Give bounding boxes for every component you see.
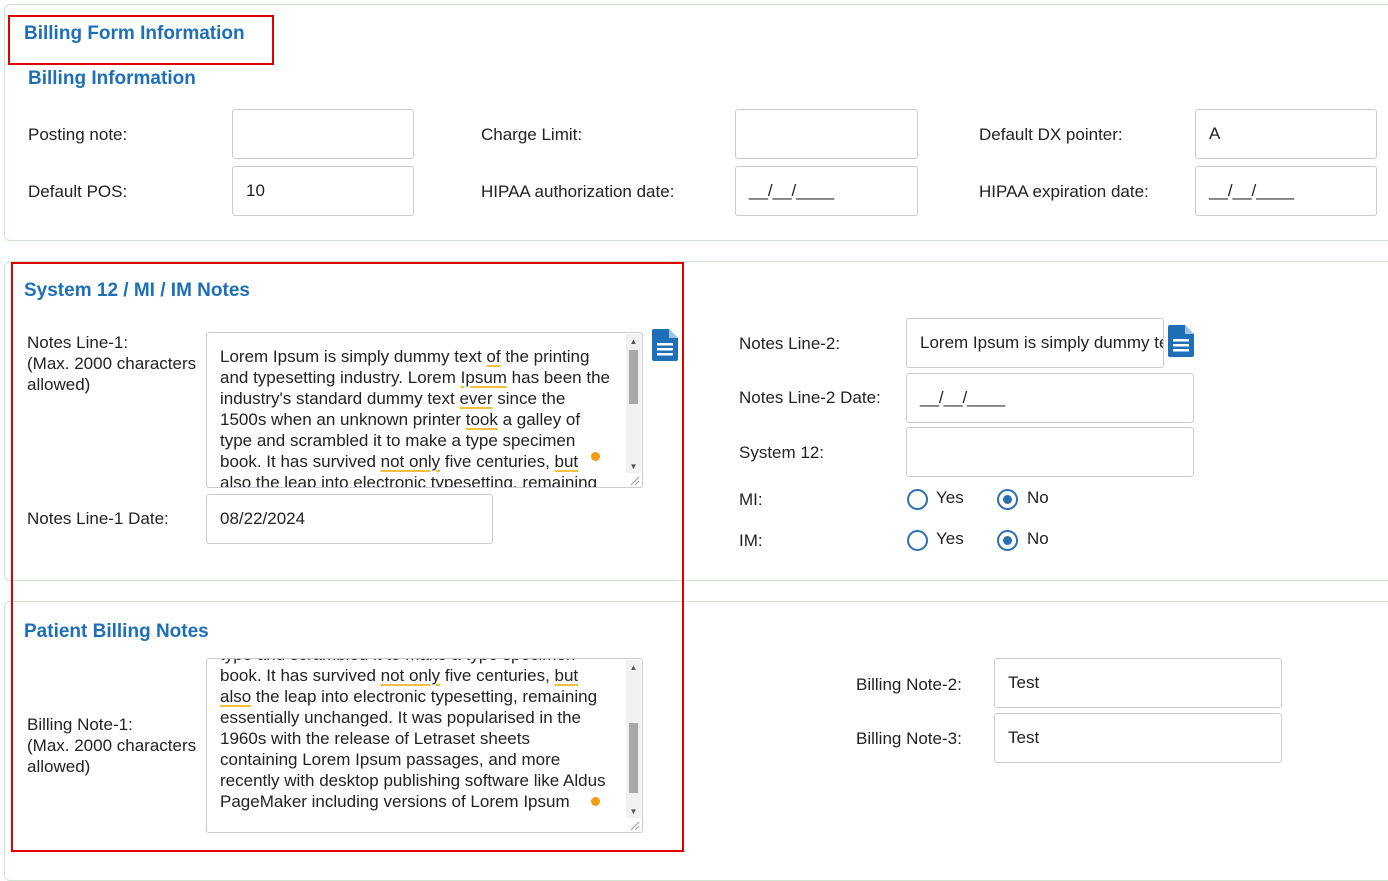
billing-note3-label: Billing Note-3:: [856, 729, 962, 748]
notes-line1-date-label: Notes Line-1 Date:: [27, 509, 169, 528]
scroll-up-arrow-icon[interactable]: ▲: [626, 660, 641, 674]
resize-handle-icon[interactable]: [628, 819, 640, 831]
charge-limit-input[interactable]: [735, 109, 918, 159]
grammar-indicator-icon[interactable]: [591, 452, 600, 461]
notes-line1-label: Notes Line-1:: [27, 333, 129, 352]
im-no-label[interactable]: No: [1027, 529, 1049, 549]
notes-line1-text: Lorem Ipsum is simply dummy text of the …: [220, 347, 610, 488]
billing-note1-text: type and scrambled it to make a type spe…: [220, 659, 606, 811]
scroll-down-arrow-icon[interactable]: ▼: [626, 804, 641, 818]
scroll-up-arrow-icon[interactable]: ▲: [626, 334, 641, 348]
notes-line1-date-input[interactable]: 08/22/2024: [206, 494, 493, 544]
im-yes-label[interactable]: Yes: [936, 529, 964, 549]
mi-yes-label[interactable]: Yes: [936, 488, 964, 508]
billing-form-title: Billing Form Information: [24, 23, 245, 44]
posting-note-input[interactable]: [232, 109, 414, 159]
billing-note1-label: Billing Note-1:: [27, 715, 133, 734]
billing-information-title: Billing Information: [28, 68, 196, 89]
grammar-indicator-icon[interactable]: [591, 797, 600, 806]
billing-note2-label: Billing Note-2:: [856, 675, 962, 694]
billing-note3-input[interactable]: Test: [994, 713, 1282, 763]
posting-note-label: Posting note:: [28, 125, 128, 144]
default-pos-label: Default POS:: [28, 182, 128, 201]
billing-note1-scrollbar[interactable]: ▲ ▼: [626, 660, 641, 818]
mi-no-label[interactable]: No: [1027, 488, 1049, 508]
hipaa-authorization-date-input[interactable]: __/__/____: [735, 166, 918, 216]
hipaa-authorization-date-label: HIPAA authorization date:: [481, 182, 675, 201]
billing-note1-sublabel: (Max. 2000 characters allowed): [27, 736, 197, 776]
notes-line1-sublabel: (Max. 2000 characters allowed): [27, 354, 197, 394]
notes-line2-date-input[interactable]: __/__/____: [906, 373, 1194, 423]
scroll-down-arrow-icon[interactable]: ▼: [626, 459, 641, 473]
notes-line2-input[interactable]: Lorem Ipsum is simply dummy text of the …: [906, 318, 1164, 368]
system-notes-title: System 12 / MI / IM Notes: [24, 280, 250, 301]
im-no-radio[interactable]: [997, 530, 1018, 551]
notes-line2-label: Notes Line-2:: [739, 334, 841, 353]
scrollbar-thumb[interactable]: [629, 350, 638, 404]
document-icon[interactable]: [1168, 325, 1194, 357]
mi-label: MI:: [739, 490, 763, 509]
billing-note2-input[interactable]: Test: [994, 658, 1282, 708]
patient-billing-title: Patient Billing Notes: [24, 621, 209, 642]
hipaa-expiration-date-input[interactable]: __/__/____: [1195, 166, 1377, 216]
document-icon[interactable]: [652, 329, 678, 361]
default-dx-pointer-label: Default DX pointer:: [979, 125, 1123, 144]
im-label: IM:: [739, 531, 763, 550]
notes-line2-date-label: Notes Line-2 Date:: [739, 388, 881, 407]
system12-label: System 12:: [739, 443, 825, 462]
default-pos-input[interactable]: 10: [232, 166, 414, 216]
notes-line1-scrollbar[interactable]: ▲ ▼: [626, 334, 641, 473]
default-dx-pointer-input[interactable]: A: [1195, 109, 1377, 159]
hipaa-expiration-date-label: HIPAA expiration date:: [979, 182, 1149, 201]
im-yes-radio[interactable]: [907, 530, 928, 551]
charge-limit-label: Charge Limit:: [481, 125, 583, 144]
mi-no-radio[interactable]: [997, 489, 1018, 510]
billing-note1-textarea[interactable]: type and scrambled it to make a type spe…: [206, 658, 643, 833]
mi-yes-radio[interactable]: [907, 489, 928, 510]
notes-line1-textarea[interactable]: Lorem Ipsum is simply dummy text of the …: [206, 332, 643, 488]
system12-input[interactable]: [906, 427, 1194, 477]
resize-handle-icon[interactable]: [628, 474, 640, 486]
scrollbar-thumb[interactable]: [629, 723, 638, 793]
